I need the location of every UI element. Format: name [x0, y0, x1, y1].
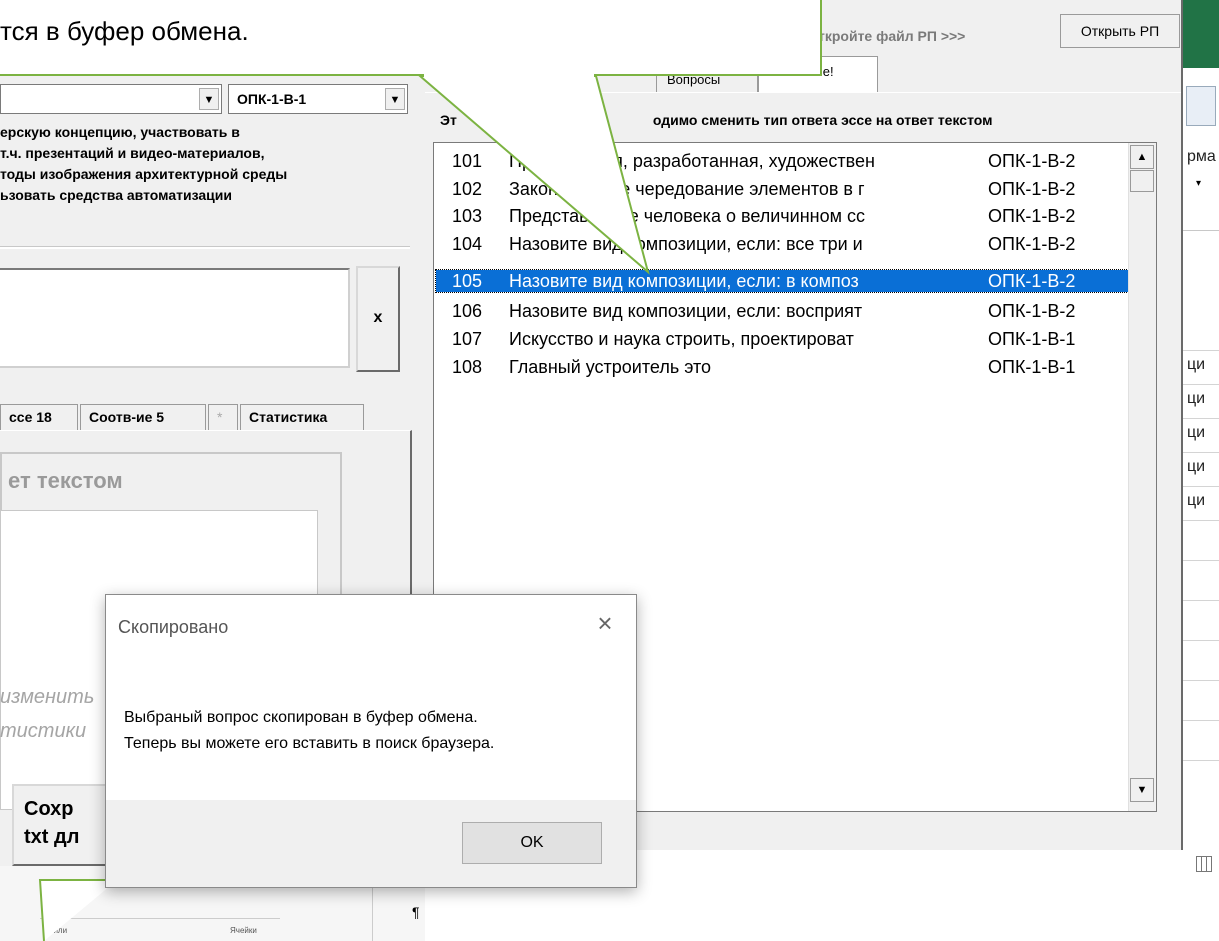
question-text: Назовите вид композиции, если: все три и: [509, 234, 863, 254]
hint-text: изменить: [0, 686, 95, 708]
excel-row-line: [1183, 452, 1219, 453]
tab-extra[interactable]: *: [208, 404, 238, 430]
save-button-label: Сохр: [24, 798, 74, 820]
list-item[interactable]: 103 Представление человека о величинном с…: [436, 205, 1128, 227]
competency-value: ОПК-1-В-1: [237, 91, 307, 107]
dialog-title: Скопировано: [118, 617, 229, 637]
question-number: 103: [452, 206, 483, 226]
excel-row-line: [1183, 600, 1219, 601]
paragraph-mark: ¶: [412, 904, 420, 920]
clear-button[interactable]: x: [356, 266, 400, 372]
competency-description: ьзовать средства автоматизации: [0, 187, 232, 203]
question-text: Представление человека о величинном сс: [509, 206, 865, 226]
question-text: Главный устроитель это: [509, 357, 712, 377]
excel-cell-text: ци: [1187, 492, 1206, 509]
excel-row-line: [1183, 680, 1219, 681]
dialog-message: Выбраный вопрос скопирован в буфер обмен…: [124, 709, 478, 726]
list-item[interactable]: 106 Назовите вид композиции, если: воспри…: [436, 300, 1128, 322]
excel-divider: [1183, 230, 1219, 231]
question-code: ОПК-1-В-2: [988, 179, 1076, 199]
scrollbar-thumb[interactable]: [1130, 170, 1154, 192]
excel-cell-text: ци: [1187, 458, 1206, 475]
list-item[interactable]: 108 Главный устроитель это ОПК-1-В-1: [436, 356, 1128, 378]
excel-cell-text: ци: [1187, 356, 1206, 373]
question-code: ОПК-1-В-2: [988, 206, 1076, 226]
ok-button[interactable]: OK: [462, 822, 602, 864]
hint-text: тистики: [0, 720, 87, 742]
topic-combobox[interactable]: ▼: [0, 84, 222, 114]
question-text: Закономерное чередование элементов в г: [509, 179, 865, 199]
question-number: 108: [452, 357, 483, 377]
excel-row-line: [1183, 350, 1219, 351]
question-text: Назовите вид композиции, если: восприят: [509, 301, 863, 321]
tab-divider: [425, 92, 1181, 93]
list-item[interactable]: 107 Искусство и наука строить, проектиров…: [436, 328, 1128, 350]
grid-view-icon[interactable]: [1196, 856, 1212, 872]
tab-statistics[interactable]: Статистика: [240, 404, 364, 430]
scrollbar[interactable]: [1128, 143, 1156, 811]
ribbon-group-label: Стили: [44, 926, 68, 935]
warning-text: Эт одимо сменить тип ответа эссе на ответ…: [440, 112, 992, 128]
excel-row-line: [1183, 720, 1219, 721]
excel-row-line: [1183, 418, 1219, 419]
warning-text-start: Эт: [440, 112, 457, 128]
competency-description: тоды изображения архитектурной среды: [0, 166, 288, 182]
scroll-up-icon[interactable]: ▲: [1130, 145, 1154, 169]
save-button-label: txt дл: [24, 826, 80, 848]
question-number: 106: [452, 301, 483, 321]
tab-matching[interactable]: Соотв-ие 5: [80, 404, 206, 430]
essay-answer-title: ет текстом: [8, 468, 123, 493]
question-code: ОПК-1-В-2: [988, 271, 1076, 291]
chevron-down-icon[interactable]: ▼: [385, 88, 405, 110]
dialog-message: Теперь вы можете его вставить в поиск бр…: [124, 735, 495, 752]
list-item[interactable]: 101 Продуманная, разработанная, художеств…: [436, 150, 1128, 172]
excel-label: рма: [1187, 148, 1216, 165]
excel-cell-text: ци: [1187, 424, 1206, 441]
divider: [0, 246, 410, 249]
competency-combobox[interactable]: ОПК-1-В-1 ▼: [228, 84, 408, 114]
excel-row-line: [1183, 520, 1219, 521]
question-number: 102: [452, 179, 483, 199]
chevron-down-icon[interactable]: ▾: [1196, 178, 1201, 189]
question-code: ОПК-1-В-1: [988, 357, 1076, 377]
excel-row-line: [1183, 486, 1219, 487]
excel-row-line: [1183, 760, 1219, 761]
excel-row-line: [1183, 384, 1219, 385]
close-icon[interactable]: ×: [590, 608, 620, 638]
ribbon-group-label: Ячейки: [230, 926, 257, 935]
excel-cell-text: ци: [1187, 390, 1206, 407]
excel-ribbon-icon[interactable]: [1186, 86, 1216, 126]
warning-text-end: одимо сменить тип ответа эссе на ответ т…: [652, 112, 993, 128]
chevron-down-icon[interactable]: ▼: [199, 88, 219, 110]
callout-text: тся в буфер обмена.: [0, 16, 249, 46]
competency-description: ерскую концепцию, участвовать в: [0, 124, 240, 140]
scroll-down-icon[interactable]: ▼: [1130, 778, 1154, 802]
question-code: ОПК-1-В-2: [988, 234, 1076, 254]
ribbon-divider: [40, 918, 280, 919]
tab-essay[interactable]: ссе 18: [0, 404, 78, 430]
excel-row-line: [1183, 640, 1219, 641]
open-rp-button[interactable]: Открыть РП: [1060, 14, 1180, 48]
list-item[interactable]: 102 Закономерное чередование элементов в …: [436, 178, 1128, 200]
excel-row-line: [1183, 560, 1219, 561]
question-number: 104: [452, 234, 483, 254]
question-text: Продуманная, разработанная, художествен: [509, 151, 875, 171]
open-file-hint: ткройте файл РП >>>: [818, 28, 966, 44]
competency-description: т.ч. презентаций и видео-материалов,: [0, 145, 265, 161]
list-item[interactable]: 104 Назовите вид композиции, если: все тр…: [436, 233, 1128, 255]
question-number: 101: [452, 151, 483, 171]
question-text: Назовите вид композиции, если: в композ: [509, 271, 859, 291]
question-number: 105: [452, 271, 483, 291]
list-item-selected[interactable]: 105 Назовите вид композиции, если: в комп…: [435, 269, 1129, 293]
question-text: Искусство и наука строить, проектироват: [509, 329, 854, 349]
question-code: ОПК-1-В-1: [988, 329, 1076, 349]
search-input[interactable]: [0, 268, 350, 368]
question-number: 107: [452, 329, 483, 349]
excel-title-bar: [1183, 0, 1219, 68]
question-code: ОПК-1-В-2: [988, 301, 1076, 321]
question-code: ОПК-1-В-2: [988, 151, 1076, 171]
